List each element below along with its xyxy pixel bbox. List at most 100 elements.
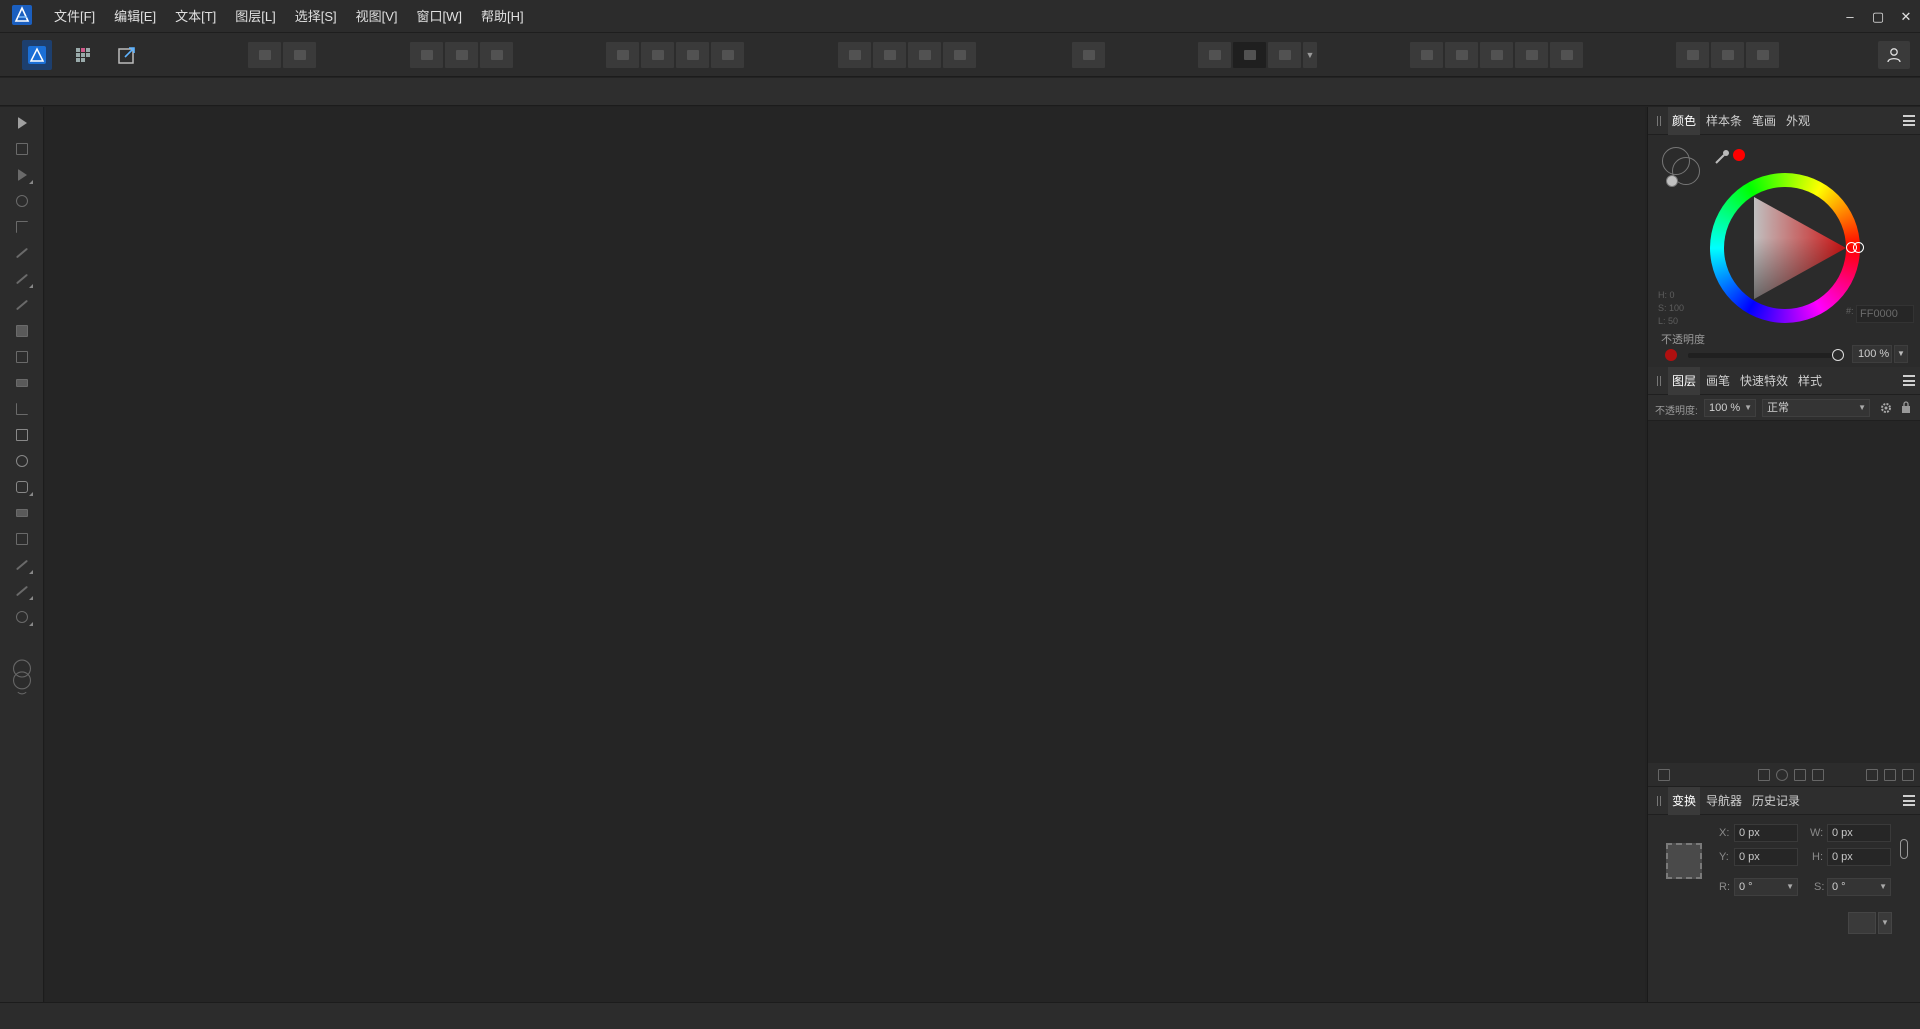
menu-text[interactable]: 文本[T] <box>171 0 220 33</box>
height-input[interactable]: 0 px <box>1827 848 1891 866</box>
rotation-dropdown[interactable]: 0 ° ▼ <box>1734 878 1798 896</box>
crop-tool[interactable] <box>11 399 33 419</box>
opacity-input[interactable]: 100 % <box>1852 345 1892 363</box>
close-button[interactable]: ✕ <box>1892 0 1920 33</box>
document-canvas[interactable] <box>45 107 1645 1002</box>
rectangle-tool[interactable] <box>11 425 33 445</box>
artistic-text-tool[interactable] <box>11 503 33 523</box>
pixel-tool[interactable] <box>11 581 33 601</box>
tab-stroke[interactable]: 笔画 <box>1748 107 1780 135</box>
menu-help[interactable]: 帮助[H] <box>477 0 528 33</box>
anchor-selector[interactable] <box>1666 843 1702 879</box>
snapping-options-button[interactable] <box>1268 42 1301 68</box>
flip-horizontal-button[interactable] <box>838 42 871 68</box>
hamburger-menu-icon[interactable] <box>1903 375 1915 386</box>
menu-layer[interactable]: 图层[L] <box>231 0 279 33</box>
menu-file[interactable]: 文件[F] <box>50 0 99 33</box>
mask-icon[interactable] <box>1758 769 1770 781</box>
fx-icon[interactable] <box>1794 769 1806 781</box>
layer-stack-icon[interactable] <box>1658 769 1670 781</box>
export-persona-button[interactable] <box>112 40 142 70</box>
hamburger-menu-icon[interactable] <box>1903 115 1915 126</box>
tab-navigator[interactable]: 导航器 <box>1702 787 1746 815</box>
adjustment-icon[interactable] <box>1776 769 1788 781</box>
tab-color[interactable]: 颜色 <box>1668 107 1701 135</box>
account-button[interactable] <box>1878 41 1910 69</box>
menu-view[interactable]: 视图[V] <box>352 0 402 33</box>
fill-tool[interactable] <box>11 321 33 341</box>
arrange-front-button[interactable] <box>711 42 744 68</box>
current-color-swatch[interactable] <box>1733 149 1745 161</box>
pen-tool[interactable] <box>11 243 33 263</box>
group-icon[interactable] <box>1812 769 1824 781</box>
rounded-rectangle-tool[interactable] <box>11 477 33 497</box>
boolean-intersect-button[interactable] <box>1480 42 1513 68</box>
affinity-designer-logo-icon[interactable] <box>12 5 32 25</box>
arrange-forward-button[interactable] <box>676 42 709 68</box>
snap-points-button[interactable] <box>445 42 478 68</box>
flip-vertical-button[interactable] <box>873 42 906 68</box>
snapping-button[interactable] <box>1198 42 1231 68</box>
corner-button[interactable] <box>1676 42 1709 68</box>
menu-edit[interactable]: 编辑[E] <box>110 0 160 33</box>
boolean-xor-button[interactable] <box>1515 42 1548 68</box>
toolbar-ring-button[interactable] <box>283 42 316 68</box>
snap-edit-button[interactable] <box>480 42 513 68</box>
rotate-right-button[interactable] <box>943 42 976 68</box>
blend-mode-dropdown[interactable]: 正常 ▼ <box>1762 399 1870 417</box>
boolean-divide-button[interactable] <box>1550 42 1583 68</box>
transform-origin-dropdown[interactable]: ▼ <box>1878 912 1892 934</box>
snapping-dropdown-button[interactable]: ▼ <box>1303 42 1317 68</box>
pencil-tool[interactable] <box>11 269 33 289</box>
square-button[interactable] <box>1711 42 1744 68</box>
eyedropper-icon[interactable] <box>1714 149 1730 165</box>
maximize-button[interactable]: ▢ <box>1864 0 1892 33</box>
panel-grip-icon[interactable] <box>1657 796 1661 806</box>
rotate-left-button[interactable] <box>908 42 941 68</box>
point-transform-tool[interactable] <box>11 191 33 211</box>
transform-origin-button[interactable] <box>1848 912 1876 934</box>
corner-tool[interactable] <box>11 217 33 237</box>
opacity-dropdown-button[interactable]: ▼ <box>1894 345 1908 363</box>
width-input[interactable]: 0 px <box>1827 824 1891 842</box>
designer-persona-button[interactable] <box>22 40 52 70</box>
panel-grip-icon[interactable] <box>1657 116 1661 126</box>
artboard-tool[interactable] <box>11 139 33 159</box>
hamburger-menu-icon[interactable] <box>1903 795 1915 806</box>
menu-window[interactable]: 窗口[W] <box>413 0 467 33</box>
x-input[interactable]: 0 px <box>1734 824 1798 842</box>
lock-icon[interactable] <box>1901 401 1911 414</box>
tab-quick-fx[interactable]: 快速特效 <box>1736 367 1792 395</box>
fill-stroke-circles-icon[interactable] <box>1662 147 1702 187</box>
shear-dropdown[interactable]: 0 ° ▼ <box>1827 878 1891 896</box>
hex-input[interactable]: FF0000 <box>1856 305 1914 323</box>
boolean-add-button[interactable] <box>1410 42 1443 68</box>
arrange-backward-button[interactable] <box>641 42 674 68</box>
align-button[interactable] <box>1072 42 1105 68</box>
opacity-slider[interactable] <box>1688 353 1838 358</box>
color-picker-tool[interactable] <box>11 555 33 575</box>
tab-appearance[interactable]: 外观 <box>1782 107 1814 135</box>
layer-opacity-dropdown[interactable]: 100 % ▼ <box>1704 399 1756 417</box>
transparency-tool[interactable] <box>11 347 33 367</box>
move-tool[interactable] <box>11 113 33 133</box>
tab-layers[interactable]: 图层 <box>1668 367 1701 395</box>
gear-icon[interactable] <box>1880 402 1892 414</box>
color-wheel[interactable] <box>1710 173 1864 323</box>
pixel-persona-button[interactable] <box>68 40 98 70</box>
brush-button[interactable] <box>1746 42 1779 68</box>
menu-select[interactable]: 选择[S] <box>291 0 341 33</box>
panel-grip-icon[interactable] <box>1657 376 1661 386</box>
tab-styles[interactable]: 样式 <box>1794 367 1826 395</box>
zoom-tool[interactable] <box>11 607 33 627</box>
minimize-button[interactable]: ‒ <box>1836 0 1864 33</box>
tab-transform[interactable]: 变换 <box>1668 787 1701 815</box>
add-layer-icon[interactable] <box>1866 769 1878 781</box>
snapping-toggle-button[interactable] <box>1233 42 1266 68</box>
y-input[interactable]: 0 px <box>1734 848 1798 866</box>
link-proportions-icon[interactable] <box>1900 839 1908 859</box>
trash-icon[interactable] <box>1902 769 1914 781</box>
no-color-icon[interactable] <box>1666 175 1678 187</box>
boolean-subtract-button[interactable] <box>1445 42 1478 68</box>
layers-list[interactable] <box>1648 421 1920 763</box>
